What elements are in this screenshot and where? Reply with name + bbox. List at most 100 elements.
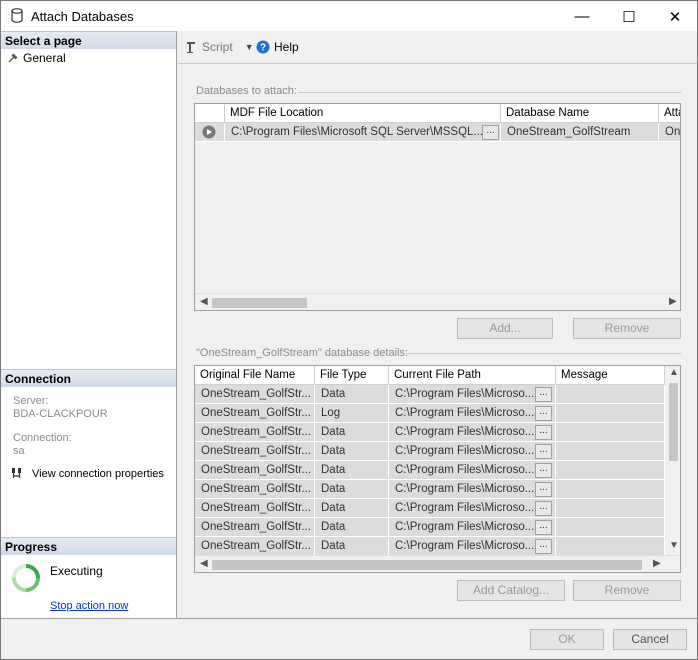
connection-label: Connection:: [13, 432, 72, 444]
browse-mdf-button[interactable]: ...: [482, 125, 499, 140]
cell-database-name[interactable]: OneStream_GolfStream: [501, 123, 659, 142]
col-database-name[interactable]: Database Name: [501, 104, 659, 123]
cell-current-file-path[interactable]: C:\Program Files\Microso...: [389, 404, 556, 423]
cell-original-file-name[interactable]: OneStream_GolfStr...: [195, 404, 315, 423]
chevron-down-icon[interactable]: ▼: [245, 42, 254, 52]
col-message[interactable]: Message: [556, 366, 665, 385]
chevron-right-icon[interactable]: ▶: [653, 558, 661, 569]
col-file-type[interactable]: File Type: [315, 366, 389, 385]
cell-message[interactable]: [556, 537, 665, 556]
cancel-button[interactable]: Cancel: [613, 629, 687, 650]
cell-mdf-location[interactable]: C:\Program Files\Microsoft SQL Server\MS…: [225, 123, 501, 142]
view-connection-properties-label: View connection properties: [32, 467, 164, 480]
cell-file-type[interactable]: Data: [315, 480, 389, 499]
cell-original-file-name[interactable]: OneStream_GolfStr...: [195, 385, 315, 404]
left-pane: Select a page General Connection Server:…: [1, 31, 177, 618]
col-mdf-location[interactable]: MDF File Location: [225, 104, 501, 123]
attach-grid[interactable]: MDF File Location Database Name Atta C:\…: [194, 103, 681, 311]
cell-original-file-name[interactable]: OneStream_GolfStr...: [195, 423, 315, 442]
page-item-general[interactable]: General: [7, 51, 66, 65]
browse-path-button[interactable]: ...: [535, 520, 552, 535]
cell-message[interactable]: [556, 442, 665, 461]
script-label: Script: [202, 40, 233, 54]
remove-file-button[interactable]: Remove: [573, 580, 681, 601]
cell-message[interactable]: [556, 461, 665, 480]
details-hscrollbar[interactable]: ◀ ▶: [195, 555, 680, 572]
chevron-down-icon[interactable]: ▼: [669, 540, 679, 551]
cell-original-file-name[interactable]: OneStream_GolfStr...: [195, 537, 315, 556]
cell-current-file-path[interactable]: C:\Program Files\Microso...: [389, 499, 556, 518]
browse-path-button[interactable]: ...: [535, 406, 552, 421]
cell-original-file-name[interactable]: OneStream_GolfStr...: [195, 461, 315, 480]
cell-original-file-name[interactable]: OneStream_GolfStr...: [195, 518, 315, 537]
cell-current-file-path[interactable]: C:\Program Files\Microso...: [389, 461, 556, 480]
chevron-left-icon[interactable]: ◀: [200, 558, 208, 569]
chevron-left-icon[interactable]: ◀: [200, 296, 208, 307]
cell-file-type[interactable]: Data: [315, 499, 389, 518]
cell-message[interactable]: [556, 499, 665, 518]
details-grid[interactable]: Original File Name File Type Current Fil…: [194, 365, 681, 573]
remove-database-button[interactable]: Remove: [573, 318, 681, 339]
minimize-button[interactable]: —: [559, 1, 605, 32]
browse-path-button[interactable]: ...: [535, 501, 552, 516]
play-icon: [202, 125, 216, 139]
dialog-body: Select a page General Connection Server:…: [0, 31, 698, 660]
cell-message[interactable]: [556, 423, 665, 442]
chevron-right-icon[interactable]: ▶: [669, 296, 677, 307]
stop-action-link[interactable]: Stop action now: [50, 600, 128, 612]
cell-original-file-name[interactable]: OneStream_GolfStr...: [195, 442, 315, 461]
col-attach-as[interactable]: Atta: [659, 104, 680, 123]
cell-message[interactable]: [556, 404, 665, 423]
add-database-button[interactable]: Add...: [457, 318, 553, 339]
browse-path-button[interactable]: ...: [535, 463, 552, 478]
browse-path-button[interactable]: ...: [535, 425, 552, 440]
cell-attach-as[interactable]: One: [659, 123, 680, 142]
cell-file-type[interactable]: Data: [315, 518, 389, 537]
cell-current-file-path[interactable]: C:\Program Files\Microso...: [389, 423, 556, 442]
view-connection-properties[interactable]: View connection properties: [11, 467, 164, 480]
server-label: Server:: [13, 395, 49, 407]
add-catalog-button[interactable]: Add Catalog...: [457, 580, 565, 601]
chevron-up-icon[interactable]: ▲: [669, 367, 679, 378]
cell-file-type[interactable]: Data: [315, 385, 389, 404]
cell-message[interactable]: [556, 480, 665, 499]
browse-path-button[interactable]: ...: [535, 482, 552, 497]
cell-file-type[interactable]: Log: [315, 404, 389, 423]
maximize-button[interactable]: ☐: [606, 1, 652, 32]
ok-button[interactable]: OK: [530, 629, 604, 650]
browse-path-button[interactable]: ...: [535, 444, 552, 459]
cell-current-file-path[interactable]: C:\Program Files\Microso...: [389, 480, 556, 499]
cell-current-file-path[interactable]: C:\Program Files\Microso...: [389, 385, 556, 404]
help-icon: ?: [256, 40, 270, 54]
cell-file-type[interactable]: Data: [315, 461, 389, 480]
right-pane: Script ▼ ? Help Databases to attach: MDF…: [178, 31, 697, 618]
col-current-file-path[interactable]: Current File Path: [389, 366, 556, 385]
databases-to-attach-label: Databases to attach:: [196, 85, 297, 97]
database-icon: [11, 8, 23, 23]
browse-path-button[interactable]: ...: [535, 387, 552, 402]
hscroll-thumb[interactable]: [212, 298, 307, 308]
row-selector[interactable]: [195, 123, 225, 142]
attach-hscrollbar[interactable]: ◀ ▶: [195, 293, 680, 310]
col-original-file-name[interactable]: Original File Name: [195, 366, 315, 385]
connection-properties-icon: [12, 468, 21, 478]
cell-original-file-name[interactable]: OneStream_GolfStr...: [195, 480, 315, 499]
progress-status: Executing: [50, 564, 103, 578]
cell-file-type[interactable]: Data: [315, 423, 389, 442]
script-button[interactable]: Script ▼: [184, 40, 254, 54]
help-button[interactable]: ? Help: [256, 40, 299, 54]
cell-current-file-path[interactable]: C:\Program Files\Microso...: [389, 537, 556, 556]
cell-current-file-path[interactable]: C:\Program Files\Microso...: [389, 442, 556, 461]
cell-current-file-path[interactable]: C:\Program Files\Microso...: [389, 518, 556, 537]
close-button[interactable]: ✕: [652, 1, 698, 32]
database-details-label: "OneStream_GolfStream" database details:: [196, 347, 409, 359]
cell-message[interactable]: [556, 385, 665, 404]
browse-path-button[interactable]: ...: [535, 539, 552, 554]
vscroll-thumb[interactable]: [669, 383, 678, 461]
cell-file-type[interactable]: Data: [315, 442, 389, 461]
hscroll-thumb[interactable]: [212, 560, 642, 570]
cell-original-file-name[interactable]: OneStream_GolfStr...: [195, 499, 315, 518]
cell-file-type[interactable]: Data: [315, 537, 389, 556]
details-vscrollbar[interactable]: ▲ ▼: [665, 366, 680, 555]
cell-message[interactable]: [556, 518, 665, 537]
